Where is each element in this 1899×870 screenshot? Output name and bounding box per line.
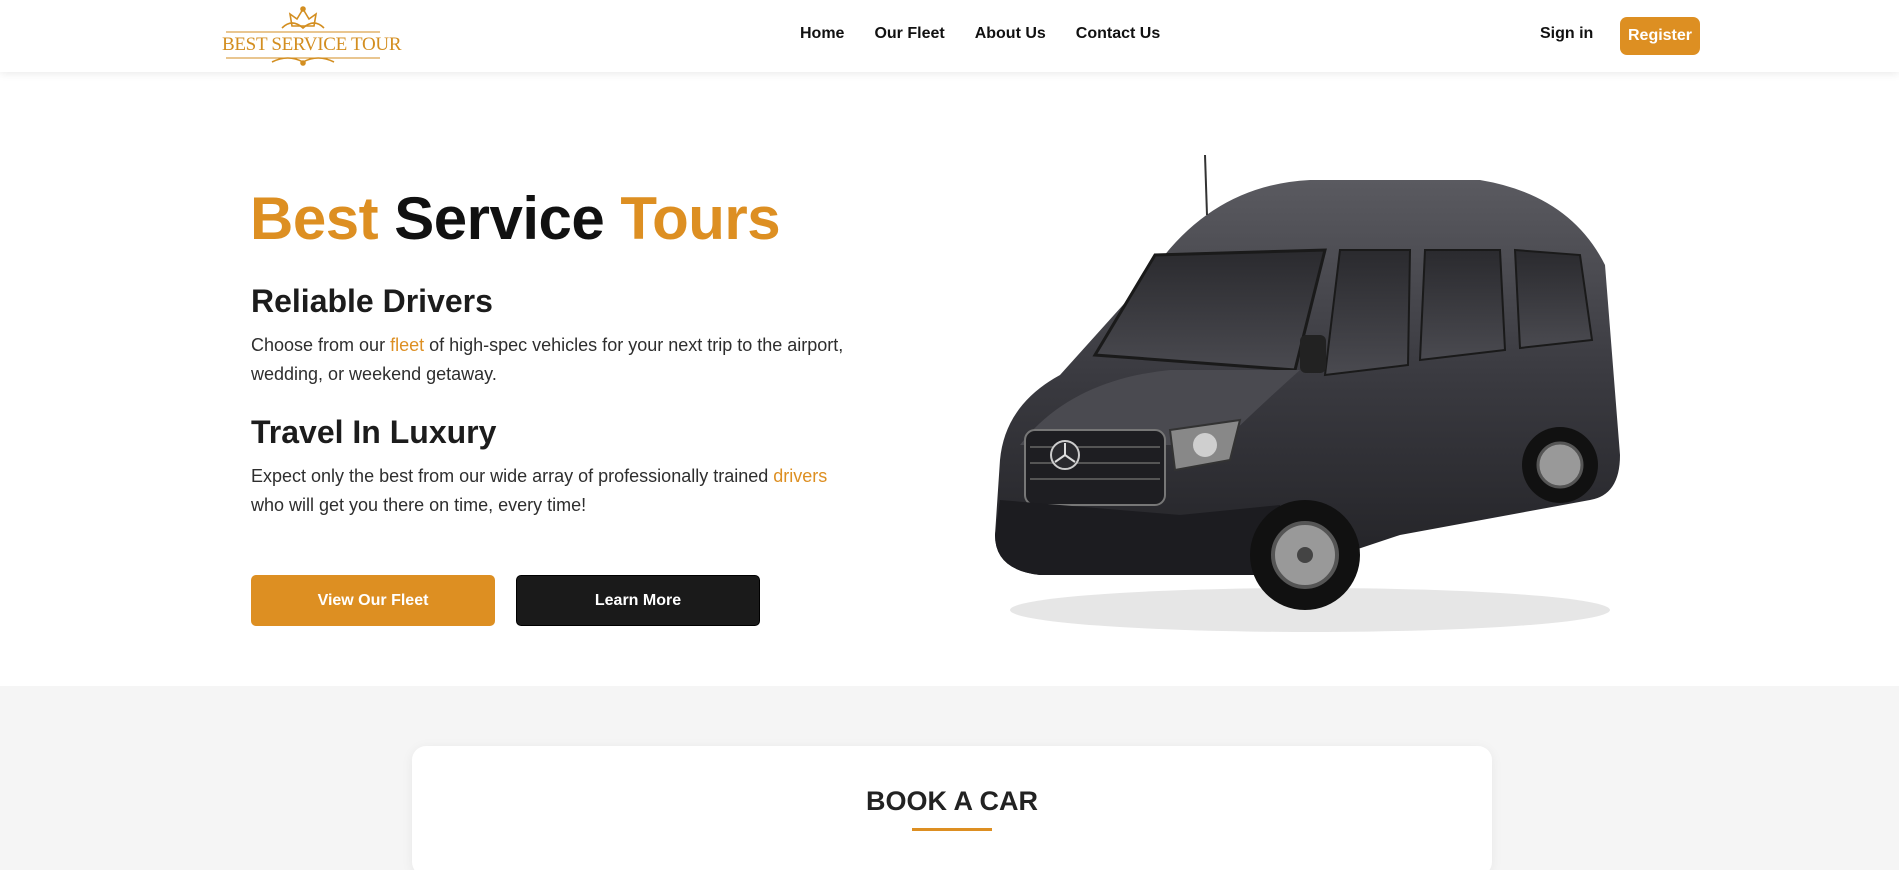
- van-image: [995, 155, 1620, 632]
- hero-title: Best Service Tours: [250, 184, 781, 253]
- paragraph-text: Choose from our: [251, 335, 391, 355]
- travel-luxury-heading: Travel In Luxury: [251, 414, 497, 450]
- travel-luxury-text: Expect only the best from our wide array…: [251, 462, 851, 520]
- fleet-link[interactable]: fleet: [390, 335, 424, 355]
- nav-our-fleet[interactable]: Our Fleet: [874, 25, 944, 43]
- book-a-car-heading: BOOK A CAR: [866, 786, 1038, 816]
- register-button[interactable]: Register: [1620, 17, 1700, 55]
- main-nav: Home Our Fleet About Us Contact Us: [800, 25, 1190, 43]
- nav-contact-us[interactable]: Contact Us: [1076, 25, 1160, 43]
- logo-text: BEST SERVICE TOUR: [222, 34, 402, 55]
- nav-home[interactable]: Home: [800, 25, 844, 43]
- site-header: BEST SERVICE TOUR Home Our Fleet About U…: [0, 0, 1899, 72]
- brand-logo[interactable]: BEST SERVICE TOUR: [222, 4, 402, 68]
- hero-title-word: Service: [394, 185, 605, 252]
- drivers-link[interactable]: drivers: [773, 466, 827, 486]
- sign-in-link[interactable]: Sign in: [1540, 25, 1593, 43]
- booking-card: BOOK A CAR: [412, 746, 1492, 870]
- nav-about-us[interactable]: About Us: [975, 25, 1046, 43]
- learn-more-button[interactable]: Learn More: [516, 575, 760, 626]
- hero-title-word: Tours: [620, 185, 781, 252]
- paragraph-text: who will get you there on time, every ti…: [251, 495, 587, 515]
- reliable-drivers-heading: Reliable Drivers: [251, 283, 493, 319]
- paragraph-text: Expect only the best from our wide array…: [251, 466, 774, 486]
- hero-title-word: Best: [250, 185, 379, 252]
- heading-underline: [912, 828, 992, 831]
- reliable-drivers-text: Choose from our fleet of high-spec vehic…: [251, 331, 871, 389]
- view-our-fleet-button[interactable]: View Our Fleet: [251, 575, 495, 626]
